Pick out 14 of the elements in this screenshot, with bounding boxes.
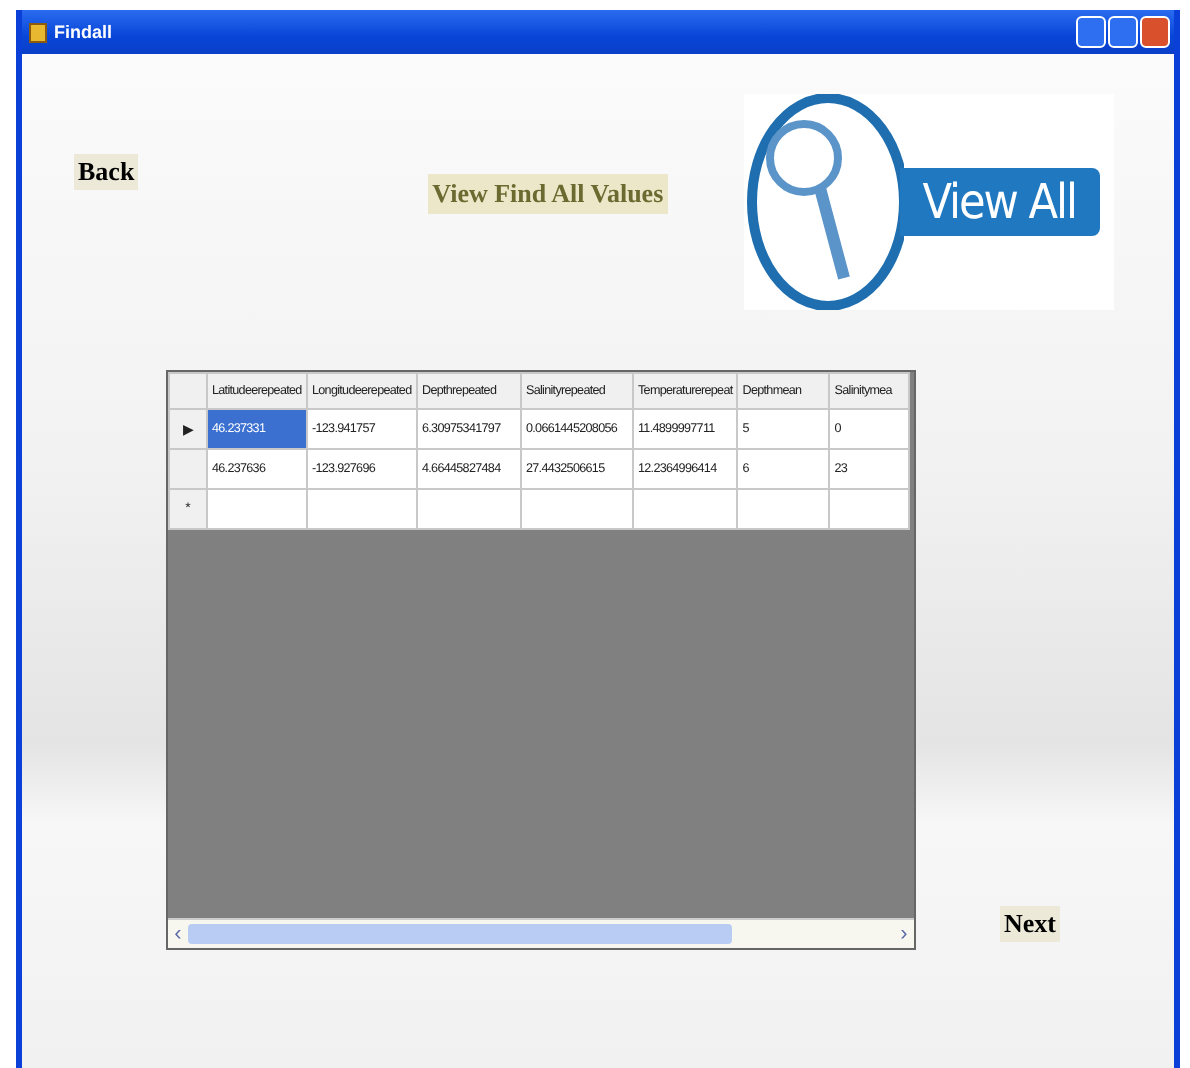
app-icon [28,21,48,43]
minimize-button[interactable] [1076,16,1106,48]
scroll-left-arrow[interactable]: ‹ [168,922,188,946]
maximize-button[interactable] [1108,16,1138,48]
scroll-right-arrow[interactable]: › [894,922,914,946]
back-button[interactable]: Back [74,154,139,190]
scroll-thumb[interactable] [188,924,732,944]
heading: View Find All Values [428,174,668,214]
horizontal-scrollbar[interactable]: ‹ › [168,918,914,948]
next-button[interactable]: Next [1000,906,1060,942]
window-title: Findall [54,22,112,42]
close-button[interactable] [1140,16,1170,48]
view-all-button[interactable]: View All [743,94,1114,310]
magnifier-icon [743,94,904,310]
